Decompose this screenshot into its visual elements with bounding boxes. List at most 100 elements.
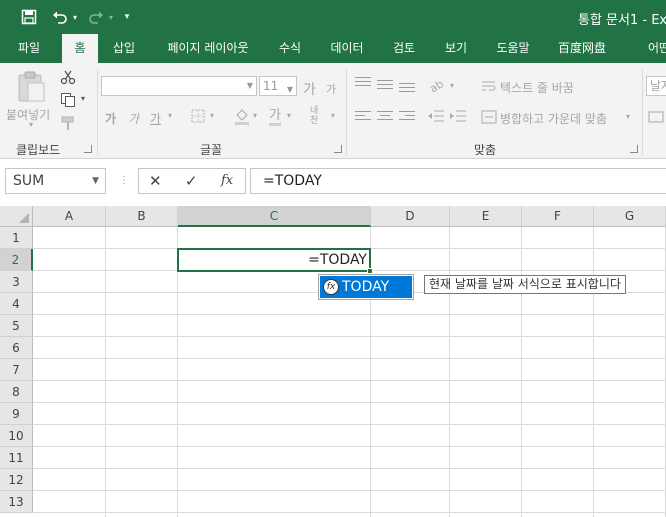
formula-bar: SUM ▼ ⋮ ✕ ✓ fx =TODAY xyxy=(0,159,666,206)
column-header[interactable]: C xyxy=(178,206,371,227)
row-header[interactable]: 4 xyxy=(0,293,33,315)
formula-buttons: ✕ ✓ fx xyxy=(138,168,246,194)
gridline xyxy=(33,314,666,315)
select-all-button[interactable] xyxy=(0,206,33,227)
autocomplete-item-today[interactable]: fx TODAY xyxy=(320,276,412,298)
active-cell-c2[interactable]: =TODAY xyxy=(177,248,371,272)
column-header[interactable]: E xyxy=(450,206,522,227)
tab-file[interactable]: 파일 xyxy=(8,34,50,63)
cut-icon[interactable] xyxy=(60,69,76,88)
font-color-button: 가 xyxy=(269,108,281,126)
column-header[interactable]: B xyxy=(106,206,178,227)
copy-dropdown-icon[interactable]: ▾ xyxy=(81,94,85,103)
tab-help[interactable]: 도움말 xyxy=(488,34,538,63)
row-header[interactable]: 9 xyxy=(0,403,33,425)
bold-button: 가 xyxy=(105,112,117,126)
underline-button: 가 xyxy=(150,112,162,126)
shrink-font-button: 가 xyxy=(326,83,337,96)
formula-bar-grip-icon: ⋮ xyxy=(119,175,129,186)
paste-dropdown-icon: ▾ xyxy=(29,120,34,129)
worksheet-grid: A B C D E F G 1 2 3 4 5 6 7 8 9 10 11 12… xyxy=(0,206,666,517)
customize-qat-icon[interactable]: ▾ xyxy=(120,7,134,27)
row-header[interactable]: 1 xyxy=(0,227,33,249)
font-color-dropdown-icon: ▾ xyxy=(287,111,292,120)
row-header[interactable]: 12 xyxy=(0,469,33,491)
column-header[interactable]: D xyxy=(371,206,450,227)
font-group-label: 글꼴 xyxy=(200,143,223,157)
function-autocomplete-list: fx TODAY xyxy=(318,274,414,300)
undo-icon[interactable] xyxy=(50,7,70,27)
copy-icon[interactable] xyxy=(60,92,76,111)
row-header[interactable]: 10 xyxy=(0,425,33,447)
svg-text:ab: ab xyxy=(428,77,446,93)
tab-tell-me[interactable]: 어떤 xyxy=(648,34,666,63)
align-middle-icon xyxy=(377,80,393,92)
merge-center-icon xyxy=(481,110,497,127)
fill-color-dropdown-icon: ▾ xyxy=(253,111,258,120)
tab-insert[interactable]: 삽입 xyxy=(104,34,144,63)
tab-review[interactable]: 검토 xyxy=(384,34,424,63)
cancel-icon[interactable]: ✕ xyxy=(149,172,162,190)
tab-view[interactable]: 보기 xyxy=(436,34,476,63)
undo-dropdown-icon[interactable]: ▾ xyxy=(70,7,80,27)
align-left-icon xyxy=(355,111,371,123)
row-header[interactable]: 11 xyxy=(0,447,33,469)
font-size-value: 11 xyxy=(263,79,279,93)
row-header[interactable]: 6 xyxy=(0,337,33,359)
chevron-down-icon: ▼ xyxy=(286,85,293,94)
save-icon[interactable] xyxy=(18,7,40,27)
gridline xyxy=(33,512,666,513)
enter-icon[interactable]: ✓ xyxy=(185,172,198,190)
function-icon: fx xyxy=(323,279,339,295)
tab-page-layout[interactable]: 페이지 레이아웃 xyxy=(158,34,258,63)
row-header[interactable]: 13 xyxy=(0,491,33,513)
formula-input[interactable]: =TODAY xyxy=(250,168,666,194)
fill-color-icon xyxy=(234,107,250,128)
group-separator xyxy=(642,69,643,155)
row-header[interactable]: 3 xyxy=(0,271,33,293)
column-header[interactable]: A xyxy=(33,206,106,227)
chevron-down-icon: ▼ xyxy=(246,81,253,90)
orientation-dropdown-icon: ▾ xyxy=(450,81,455,90)
tab-data[interactable]: 데이터 xyxy=(324,34,370,63)
column-header[interactable]: G xyxy=(594,206,666,227)
align-right-icon xyxy=(399,111,415,123)
row-header[interactable]: 8 xyxy=(0,381,33,403)
gridline xyxy=(33,490,666,491)
row-header[interactable]: 2 xyxy=(0,249,33,271)
alignment-group-label: 맞춤 xyxy=(474,143,497,157)
gridline xyxy=(33,446,666,447)
row-header[interactable]: 7 xyxy=(0,359,33,381)
group-separator xyxy=(97,69,98,155)
orientation-icon: ab xyxy=(427,77,446,96)
phonetic-dropdown-icon: ▾ xyxy=(331,111,336,120)
column-header[interactable]: F xyxy=(522,206,594,227)
tab-baidu-netdisk[interactable]: 百度网盘 xyxy=(552,34,612,63)
wrap-text-icon xyxy=(481,79,497,96)
number-format-combo[interactable]: 날자 xyxy=(646,76,666,96)
clipboard-launcher-icon[interactable] xyxy=(84,145,92,153)
font-launcher-icon[interactable] xyxy=(334,145,342,153)
tab-home[interactable]: 홈 xyxy=(62,34,98,63)
redo-dropdown-icon: ▾ xyxy=(108,12,113,22)
font-name-combo[interactable]: ▼ xyxy=(101,76,257,96)
select-all-icon xyxy=(19,213,29,223)
row-header[interactable]: 5 xyxy=(0,315,33,337)
align-top-icon xyxy=(355,77,371,89)
chevron-down-icon: ▼ xyxy=(92,176,99,186)
name-box[interactable]: SUM ▼ xyxy=(5,168,106,194)
group-separator xyxy=(346,69,347,155)
insert-function-icon[interactable]: fx xyxy=(221,173,233,188)
gridline xyxy=(33,424,666,425)
italic-button: 가 xyxy=(128,112,140,126)
gridline xyxy=(33,468,666,469)
alignment-launcher-icon[interactable] xyxy=(630,145,638,153)
grow-font-button: 가 xyxy=(303,82,316,98)
increase-indent-icon xyxy=(449,109,467,126)
tab-formulas[interactable]: 수식 xyxy=(270,34,310,63)
autocomplete-item-label: TODAY xyxy=(342,279,390,295)
font-size-combo[interactable]: 11 ▼ xyxy=(259,76,297,96)
paste-icon xyxy=(14,69,48,106)
underline-dropdown-icon: ▾ xyxy=(168,111,173,120)
merge-dropdown-icon: ▾ xyxy=(626,112,631,121)
